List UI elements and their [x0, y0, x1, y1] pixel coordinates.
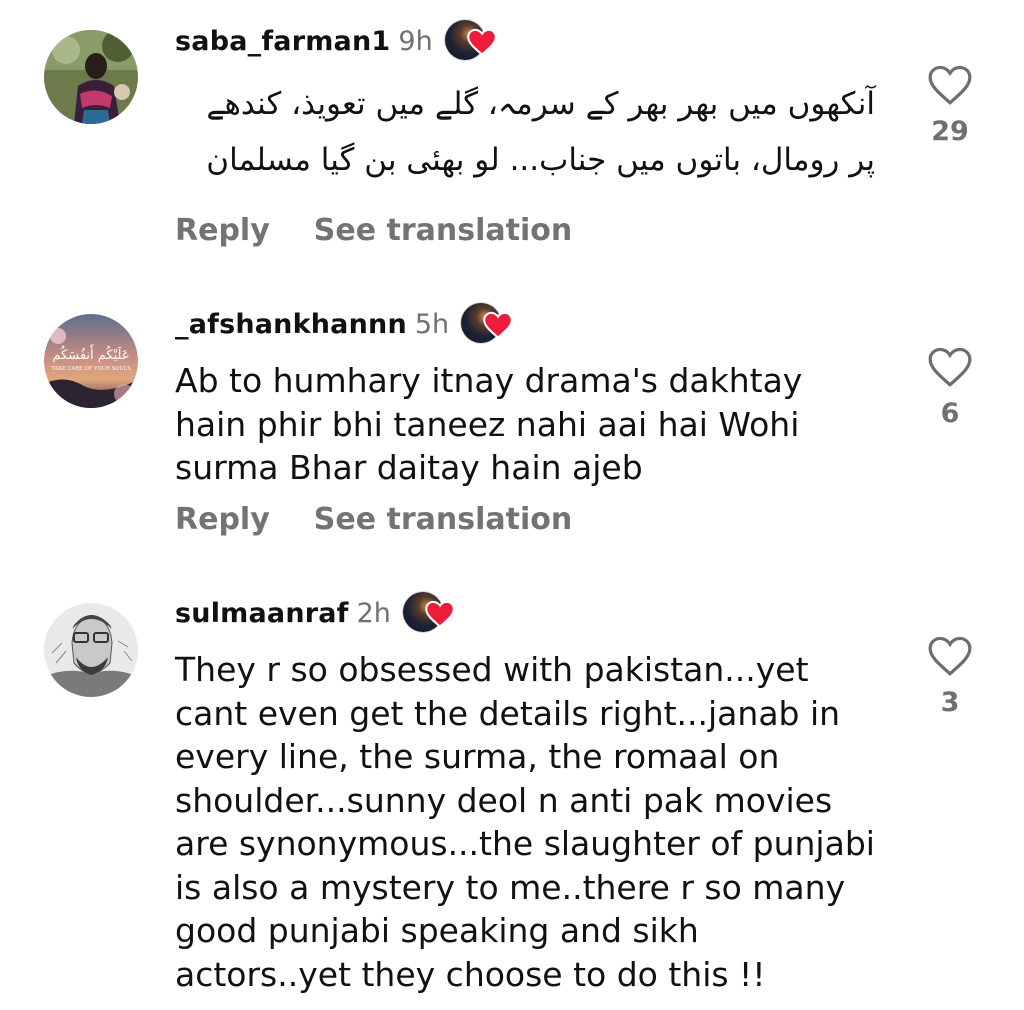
avatar-caption: TAKE CARE OF YOUR SOULS: [51, 366, 131, 372]
like-button[interactable]: 29: [920, 64, 980, 147]
see-translation-button[interactable]: See translation: [314, 502, 572, 537]
avatar[interactable]: [44, 603, 138, 697]
like-count: 3: [940, 687, 960, 718]
story-heart-badge-icon[interactable]: [444, 20, 497, 62]
timestamp: 5h: [414, 308, 450, 340]
story-heart-badge-icon[interactable]: [461, 303, 513, 345]
like-count: 29: [931, 116, 969, 147]
heart-outline-icon: [928, 347, 972, 387]
avatar-image: [44, 30, 138, 124]
comment-text: They r so obsessed with pakistan...yet c…: [175, 650, 875, 994]
username[interactable]: sulmaanraf: [175, 598, 349, 629]
see-translation-button[interactable]: See translation: [314, 213, 572, 248]
heart-outline-icon: [928, 636, 972, 676]
comment-text: آنکھوں میں بھر بھر کے سرمہ، گلے میں تعوی…: [206, 86, 875, 178]
timestamp: 2h: [356, 597, 391, 629]
avatar-image: [44, 603, 138, 697]
avatar[interactable]: عَلَيْكُم أَنفُسَكُم TAKE CARE OF YOUR S…: [44, 314, 138, 408]
avatar[interactable]: [44, 30, 138, 124]
like-button[interactable]: 6: [920, 346, 980, 429]
username[interactable]: saba_farman1: [175, 26, 390, 57]
reply-button[interactable]: Reply: [175, 502, 270, 537]
username[interactable]: _afshankhannn: [175, 309, 407, 340]
timestamp: 9h: [398, 25, 433, 57]
like-button[interactable]: 3: [920, 635, 980, 718]
comment-text: Ab to humhary itnay drama's dakhtay hain…: [175, 361, 803, 487]
avatar-image: عَلَيْكُم أَنفُسَكُم TAKE CARE OF YOUR S…: [44, 314, 138, 408]
like-count: 6: [940, 398, 960, 429]
heart-outline-icon: [928, 65, 972, 105]
reply-button[interactable]: Reply: [175, 213, 270, 248]
story-heart-badge-icon[interactable]: [402, 592, 455, 634]
